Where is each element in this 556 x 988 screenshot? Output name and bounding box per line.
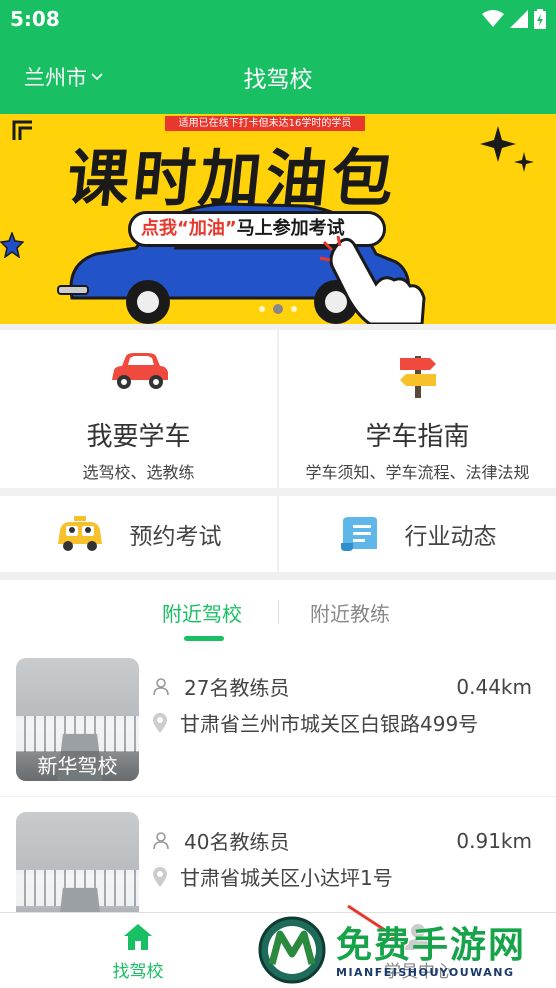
feature-learn-driving[interactable]: 我要学车 选驾校、选教练: [0, 330, 277, 488]
watermark-pinyin: MIANFEISHOUYOUWANG: [336, 966, 515, 979]
feature-learn-sub: 选驾校、选教练: [82, 463, 195, 482]
tab-nearby-coaches[interactable]: 附近教练: [310, 598, 390, 627]
home-icon: [124, 924, 152, 950]
school-list-item[interactable]: 新华驾校 27名教练员 0.44km 甘肃省兰州市城关区白银路499号: [0, 642, 556, 781]
status-icons: [482, 9, 546, 29]
banner-dot-active[interactable]: [273, 304, 283, 314]
feature-industry-news[interactable]: 行业动态: [279, 496, 556, 572]
signal-icon: [510, 10, 528, 28]
location-pin-icon: [153, 712, 167, 733]
school-address: 甘肃省城关区小达坪1号: [180, 866, 393, 890]
watermark-text: 免费手游网: [336, 924, 527, 966]
feature-guide-title: 学车指南: [365, 422, 470, 452]
battery-icon: [534, 9, 546, 29]
wifi-icon: [482, 10, 504, 27]
person-icon: [153, 831, 169, 849]
location-pin-icon: [153, 866, 167, 887]
taxi-icon: [57, 516, 102, 551]
status-bar: 5:08: [0, 0, 556, 40]
car-icon: [111, 353, 168, 389]
promo-banner[interactable]: 适用已在线下打卡但未达16学时的学员 课时加油包 点我“加油”马上参加考试: [0, 114, 556, 324]
feature-guide[interactable]: 学车指南 学车须知、学车流程、法律法规: [279, 330, 556, 488]
star-icon: [0, 232, 24, 258]
nearby-tabs: 附近驾校 附近教练: [0, 580, 556, 642]
watermark-logo-icon: [258, 916, 326, 984]
tab-nearby-schools[interactable]: 附近驾校: [162, 598, 242, 627]
school-name: 新华驾校: [16, 751, 139, 781]
page-title: 找驾校: [243, 67, 313, 93]
nav-home[interactable]: 找驾校: [78, 923, 198, 982]
school-distance: 0.44km: [456, 674, 532, 699]
banner-cta-part1: 点我: [141, 218, 177, 239]
banner-dot[interactable]: [259, 306, 265, 312]
sparkle-icon: [480, 126, 534, 172]
signpost-icon: [399, 356, 436, 398]
nav-home-label: 找驾校: [112, 962, 164, 982]
coach-count: 27名教练员: [184, 676, 290, 700]
feature-exam-title: 预约考试: [129, 524, 222, 550]
school-address: 甘肃省兰州市城关区白银路499号: [180, 712, 479, 736]
feature-guide-sub: 学车须知、学车流程、法律法规: [305, 463, 530, 482]
banner-pagination: [0, 304, 556, 314]
coach-count: 40名教练员: [184, 830, 290, 854]
school-photo: 新华驾校: [16, 658, 139, 781]
scroll-icon: [340, 517, 377, 551]
feature-news-title: 行业动态: [404, 524, 497, 550]
tab-active-indicator: [184, 636, 224, 641]
nearby-section: 附近驾校 附近教练 新华驾校 27名教练员 0.44km 甘肃省兰州市城关区白银…: [0, 580, 556, 935]
banner-cta-part2: “加油”: [177, 218, 237, 239]
feature-book-exam[interactable]: 预约考试: [0, 496, 277, 572]
app-header: 兰州市 找驾校: [0, 40, 556, 114]
banner-dot[interactable]: [291, 306, 297, 312]
tab-divider: [278, 600, 279, 624]
school-distance: 0.91km: [456, 828, 532, 853]
watermark: 免费手游网 MIANFEISHOUYOUWANG: [258, 904, 556, 988]
corner-bracket-icon: [12, 120, 32, 140]
person-icon: [153, 677, 169, 695]
feature-learn-title: 我要学车: [86, 422, 191, 452]
status-time: 5:08: [10, 7, 60, 31]
